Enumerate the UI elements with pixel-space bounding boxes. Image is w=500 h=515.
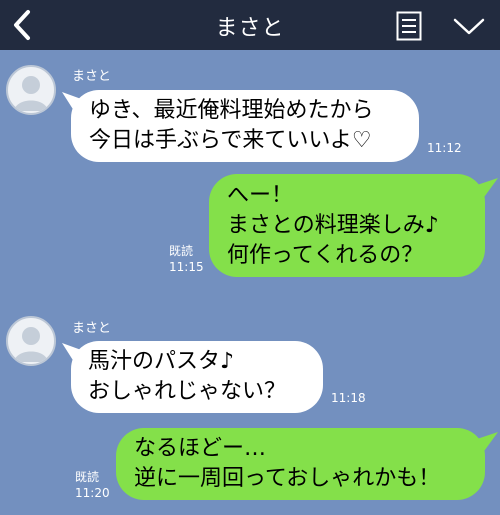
sender-name: まさと bbox=[72, 69, 112, 84]
chat-title: まさと bbox=[215, 16, 285, 41]
message-bubble: なるほどー… 逆に一周回っておしゃれかも！ bbox=[116, 428, 485, 500]
sender-avatar[interactable] bbox=[6, 65, 56, 115]
message-time: 11:20 bbox=[75, 486, 110, 500]
avatar-placeholder-icon bbox=[14, 76, 48, 111]
chat-header: まさと bbox=[0, 0, 500, 50]
read-receipt: 既読 bbox=[75, 470, 100, 484]
read-receipt: 既読 bbox=[169, 244, 194, 258]
menu-list-icon[interactable] bbox=[396, 11, 422, 41]
message-bubble: へー！ まさとの料理楽しみ♪ 何作ってくれるの？ bbox=[209, 174, 485, 277]
message-bubble: ゆき、最近俺料理始めたから 今日は手ぶらで来ていいよ♡ bbox=[71, 90, 419, 162]
message-time: 11:12 bbox=[427, 141, 462, 155]
chevron-down-icon[interactable] bbox=[452, 15, 486, 37]
avatar-placeholder-icon bbox=[14, 327, 48, 362]
message-time: 11:15 bbox=[169, 260, 204, 274]
sender-name: まさと bbox=[72, 321, 112, 336]
message-time: 11:18 bbox=[331, 391, 366, 405]
message-bubble: 馬汁のパスタ♪ おしゃれじゃない？ bbox=[71, 341, 323, 413]
sender-avatar[interactable] bbox=[6, 316, 56, 366]
